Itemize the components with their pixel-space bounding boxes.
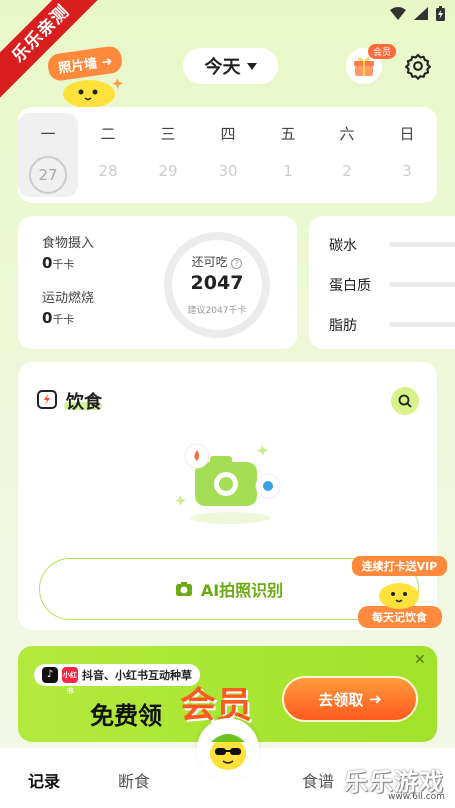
week-day-number: 29 — [158, 162, 178, 180]
week-day-fri[interactable]: 五 1 — [258, 107, 318, 203]
food-intake-label: 食物摄入 — [42, 236, 95, 251]
help-icon[interactable]: ? — [231, 258, 243, 269]
nav-fasting[interactable]: 断食 — [118, 768, 150, 792]
week-day-number: 27 — [29, 156, 67, 194]
promo-tag-label: 抖音、小红书互动种草 — [82, 669, 192, 682]
status-bar — [390, 6, 445, 21]
food-intake-unit: 千卡 — [52, 258, 75, 271]
mascot-icon[interactable] — [55, 72, 125, 108]
signal-icon — [414, 7, 428, 20]
promo-social-tag: ♪ 小红书 抖音、小红书互动种草 — [34, 664, 200, 695]
diet-icon — [37, 390, 57, 409]
caret-down-icon — [246, 62, 257, 70]
macro-fat-label: 脂肪 — [329, 318, 357, 334]
week-day-mon[interactable]: 一 27 — [18, 113, 78, 197]
gear-icon[interactable] — [404, 52, 432, 80]
week-day-number: 2 — [342, 162, 352, 180]
food-intake-number: 0 — [42, 254, 53, 272]
week-day-number: 1 — [283, 162, 293, 180]
week-day-name: 日 — [399, 125, 415, 143]
food-search-button[interactable] — [391, 387, 419, 415]
wifi-icon — [390, 7, 406, 20]
search-icon — [398, 394, 412, 408]
nav-recipes[interactable]: 食谱 — [302, 768, 334, 792]
promo-free-text: 免费领 — [90, 702, 162, 730]
macro-protein-bar — [389, 282, 455, 287]
week-day-number: 30 — [218, 162, 238, 180]
week-day-wed[interactable]: 三 29 — [138, 107, 198, 203]
macro-protein-label: 蛋白质 — [329, 278, 371, 294]
remaining-label: 还可吃 ? — [164, 253, 270, 270]
streak-mascot-icon — [379, 583, 419, 609]
promo-claim-label: 去领取 — [318, 690, 364, 709]
week-day-name: 五 — [280, 125, 296, 143]
diet-title: 饮食 — [66, 392, 102, 413]
exercise-burn-value: 0千卡 — [42, 309, 74, 327]
suggested-calories: 建议2047千卡 — [187, 306, 247, 316]
watermark-url: www.6ll.com — [388, 792, 445, 802]
streak-top-label: 连续打卡送VIP — [352, 556, 447, 576]
close-icon[interactable]: ✕ — [414, 652, 426, 668]
nav-add-button[interactable] — [197, 718, 259, 780]
week-day-name: 六 — [339, 125, 355, 143]
week-day-name: 一 — [40, 125, 56, 143]
nav-record[interactable]: 记录 — [28, 768, 60, 792]
mascot-sunglasses-icon — [210, 734, 246, 770]
week-day-name: 四 — [220, 125, 236, 143]
week-day-tue[interactable]: 二 28 — [78, 107, 138, 203]
week-day-thu[interactable]: 四 30 — [198, 107, 258, 203]
exercise-burn-unit: 千卡 — [52, 313, 75, 326]
arrow-right-icon: ➜ — [369, 690, 382, 708]
xiaohongshu-icon: 小红书 — [62, 667, 78, 695]
week-day-number: 3 — [402, 162, 412, 180]
week-day-sat[interactable]: 六 2 — [317, 107, 377, 203]
macro-carbs-bar — [389, 242, 455, 247]
date-selector-label: 今天 — [204, 57, 241, 78]
battery-icon — [436, 6, 445, 21]
week-day-number: 28 — [98, 162, 118, 180]
exercise-burn-number: 0 — [42, 309, 53, 327]
exercise-burn-label: 运动燃烧 — [42, 291, 95, 306]
vip-badge: 会员 — [368, 44, 397, 59]
week-day-sun[interactable]: 日 3 — [377, 107, 437, 203]
week-calendar: 一 27 二 28 三 29 四 30 五 1 六 2 日 3 — [18, 107, 437, 203]
macro-carbs-label: 碳水 — [329, 238, 357, 254]
macros-card[interactable]: 碳水 蛋白质 脂肪 — [309, 216, 455, 349]
ai-photo-label: AI拍照识别 — [200, 581, 284, 600]
week-day-name: 二 — [100, 125, 116, 143]
date-selector[interactable]: 今天 — [183, 48, 278, 84]
food-intake-value: 0千卡 — [42, 254, 74, 272]
camera-illustration-icon — [175, 443, 281, 524]
remaining-value: 2047 — [190, 272, 244, 294]
camera-icon — [175, 582, 192, 596]
remaining-label-text: 还可吃 — [191, 255, 228, 269]
week-day-name: 三 — [160, 125, 176, 143]
tiktok-icon: ♪ — [42, 667, 58, 683]
promo-claim-button[interactable]: 去领取 ➜ — [282, 676, 418, 722]
macro-fat-bar — [389, 322, 455, 327]
